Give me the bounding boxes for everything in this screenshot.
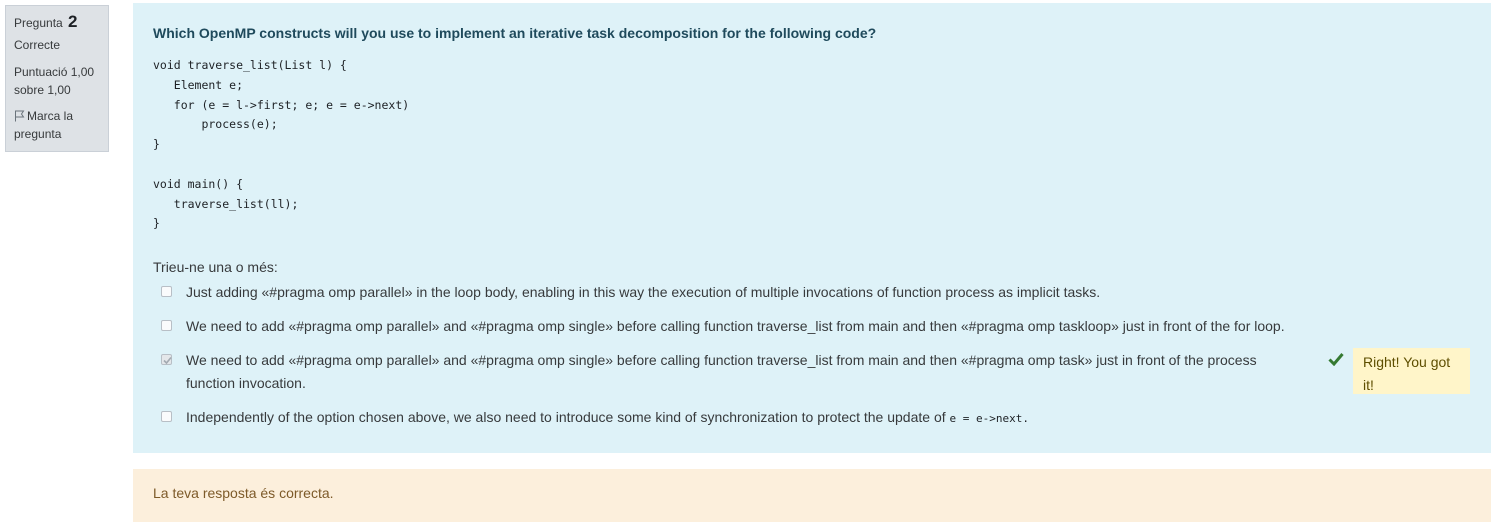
- option-checkbox[interactable]: [161, 411, 172, 422]
- answer-prompt: Trieu-ne una o més:: [153, 259, 278, 275]
- option-checkbox[interactable]: [161, 320, 172, 331]
- option-label-code: e = e->next.: [949, 412, 1029, 425]
- flag-question-link[interactable]: Marca la pregunta: [14, 107, 100, 143]
- flag-icon: [15, 110, 25, 122]
- question-info-panel: Pregunta 2 Correcte Puntuació 1,00 sobre…: [5, 5, 109, 152]
- question-grade: Puntuació 1,00 sobre 1,00: [14, 65, 95, 97]
- option-checkbox-checked[interactable]: [161, 354, 172, 365]
- question-number-value: 2: [68, 12, 78, 31]
- option-label: Just adding «#pragma omp parallel» in th…: [186, 284, 1101, 300]
- option-label-text: Independently of the option chosen above…: [186, 409, 946, 425]
- specific-feedback: Right! You got it!: [1353, 348, 1470, 394]
- question-text: Which OpenMP constructs will you use to …: [153, 25, 877, 41]
- question-number: Pregunta 2: [14, 12, 100, 33]
- option-label: Independently of the option chosen above…: [186, 406, 1029, 430]
- question-formulation: Which OpenMP constructs will you use to …: [133, 3, 1491, 453]
- question-label: Pregunta: [14, 16, 63, 30]
- option-label: We need to add «#pragma omp parallel» an…: [186, 352, 1257, 391]
- option-label: We need to add «#pragma omp parallel» an…: [186, 318, 1285, 334]
- checkbox-check-icon: [163, 356, 172, 365]
- question-state: Correcte: [14, 38, 61, 52]
- code-block: void traverse_list(List l) { Element e; …: [153, 58, 410, 231]
- check-icon: [1328, 353, 1344, 366]
- option-checkbox[interactable]: [161, 286, 172, 297]
- outcome-feedback: La teva resposta és correcta.: [133, 469, 1491, 522]
